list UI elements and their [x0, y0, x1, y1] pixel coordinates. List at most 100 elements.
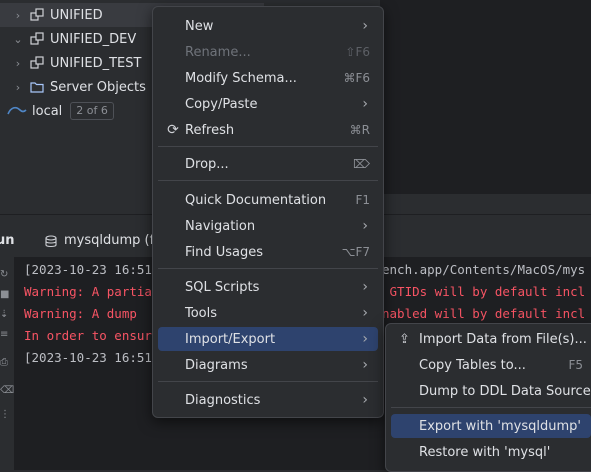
schema-icon [30, 56, 44, 69]
menu-shortcut: ⇧F6 [345, 45, 370, 59]
console-line-fragment: ench.app/Contents/MacOS/mys [382, 262, 586, 277]
scroll-icon[interactable]: ⇣ [0, 309, 8, 321]
menu-item-quick-documentation[interactable]: Quick Documentation F1 [158, 188, 378, 212]
menu-item-label: Drop... [185, 156, 229, 172]
menu-item-modify-schema[interactable]: Modify Schema... ⌘F6 [158, 66, 378, 90]
menu-item-refresh[interactable]: ⟳ Refresh ⌘R [158, 118, 378, 142]
menu-item-label: Rename... [185, 44, 251, 60]
import-export-submenu: ⇪ Import Data from File(s)... Copy Table… [385, 323, 591, 472]
print-icon[interactable]: ⎙ [0, 357, 8, 369]
chevron-right-icon: › [362, 218, 368, 234]
tree-item-unified-test[interactable]: › UNIFIED_TEST [10, 51, 142, 75]
folder-icon [30, 82, 44, 93]
menu-shortcut: F1 [355, 193, 370, 207]
menu-item-rename[interactable]: Rename... ⇧F6 [158, 40, 378, 64]
chevron-down-icon[interactable]: ⌄ [10, 33, 26, 46]
rerun-icon[interactable]: ↻ [0, 269, 8, 281]
chevron-right-icon: › [362, 357, 368, 373]
refresh-icon: ⟳ [167, 122, 179, 138]
menu-item-navigation[interactable]: Navigation › [158, 214, 378, 238]
menu-item-sql-scripts[interactable]: SQL Scripts › [158, 275, 378, 299]
menu-separator [158, 381, 378, 382]
console-line: Warning: A dump [24, 306, 137, 321]
settings-icon[interactable]: ⋮ [0, 409, 10, 421]
menu-item-diagrams[interactable]: Diagrams › [158, 353, 378, 377]
menu-item-diagnostics[interactable]: Diagnostics › [158, 388, 378, 412]
menu-item-tools[interactable]: Tools › [158, 301, 378, 325]
menu-item-label: Copy Tables to... [419, 357, 526, 373]
menu-item-label: Tools [185, 305, 218, 321]
chevron-right-icon: › [362, 279, 368, 295]
chevron-right-icon: › [362, 96, 368, 112]
tree-item-label: UNIFIED [50, 7, 103, 23]
menu-item-label: Import Data from File(s)... [419, 331, 587, 347]
tree-item-label: UNIFIED_TEST [50, 55, 142, 71]
context-menu: New › Rename... ⇧F6 Modify Schema... ⌘F6… [152, 6, 384, 418]
chevron-right-icon[interactable]: › [10, 81, 26, 94]
wrap-icon[interactable]: ≡ [0, 329, 8, 341]
import-icon: ⇪ [399, 331, 410, 347]
menu-item-label: Diagrams [185, 357, 248, 373]
menu-item-new[interactable]: New › [158, 14, 378, 38]
schema-icon [30, 8, 44, 21]
menu-item-label: Find Usages [185, 244, 264, 260]
menu-shortcut: F5 [568, 358, 583, 372]
menu-item-find-usages[interactable]: Find Usages ⌥F7 [158, 240, 378, 264]
menu-shortcut: ⌘F6 [343, 71, 370, 85]
menu-separator [158, 268, 378, 269]
menu-item-label: Copy/Paste [185, 96, 258, 112]
menu-item-label: Restore with 'mysql' [419, 444, 551, 460]
tab-run[interactable]: un [0, 233, 15, 248]
menu-item-label: Diagnostics [185, 392, 261, 408]
menu-separator [391, 407, 591, 408]
delete-key-icon: ⌦ [353, 157, 370, 171]
chevron-right-icon[interactable]: › [10, 57, 26, 70]
menu-separator [158, 146, 378, 147]
menu-item-label: Refresh [185, 122, 235, 138]
chevron-right-icon: › [362, 331, 368, 347]
console-line: [2023-10-23 16:51 [24, 350, 152, 365]
menu-item-label: Navigation [185, 218, 256, 234]
console-gutter: ↻ ■ ⇣ ≡ ⎙ ⌫ ⋮ [0, 257, 14, 470]
menu-item-import-data[interactable]: ⇪ Import Data from File(s)... [391, 327, 591, 351]
mysql-icon [7, 106, 27, 115]
menu-item-label: New [185, 18, 214, 34]
tree-item-unified[interactable]: › UNIFIED [10, 3, 103, 27]
menu-item-restore-mysql[interactable]: Restore with 'mysql' [391, 440, 591, 464]
editor-area [380, 0, 591, 194]
chevron-right-icon[interactable]: › [10, 9, 26, 22]
chevron-right-icon: › [362, 18, 368, 34]
tab-mysqldump[interactable]: mysqldump (fi [64, 233, 158, 248]
tree-item-label: local [32, 103, 63, 119]
database-icon [45, 235, 57, 248]
menu-item-label: Quick Documentation [185, 192, 327, 208]
pager-badge[interactable]: 2 of 6 [70, 102, 114, 120]
tree-item-server-objects[interactable]: › Server Objects [10, 75, 146, 99]
menu-separator [158, 180, 378, 181]
stop-icon[interactable]: ■ [0, 289, 9, 301]
menu-item-label: Dump to DDL Data Source [419, 383, 591, 399]
schema-icon [30, 32, 44, 45]
menu-shortcut: ⌘R [349, 123, 370, 137]
menu-item-copy-tables[interactable]: Copy Tables to... F5 [391, 353, 591, 377]
tree-item-unified-dev[interactable]: ⌄ UNIFIED_DEV [10, 27, 136, 51]
chevron-right-icon: › [362, 392, 368, 408]
console-line-fragment: GTIDs will by default incl [382, 284, 586, 299]
console-line-fragment: nabled will by default incl [382, 306, 586, 321]
tree-item-local[interactable]: local 2 of 6 [6, 99, 114, 123]
console-line: In order to ensur [24, 328, 152, 343]
menu-item-dump-ddl[interactable]: Dump to DDL Data Source [391, 379, 591, 403]
console-line: Warning: A partia [24, 284, 152, 299]
menu-item-import-export[interactable]: Import/Export › [158, 327, 378, 351]
menu-item-label: Modify Schema... [185, 70, 297, 86]
console-line: [2023-10-23 16:51 [24, 262, 152, 277]
menu-item-copy-paste[interactable]: Copy/Paste › [158, 92, 378, 116]
menu-item-label: SQL Scripts [185, 279, 260, 295]
menu-item-label: Export with 'mysqldump' [419, 418, 581, 434]
chevron-right-icon: › [362, 305, 368, 321]
menu-item-drop[interactable]: Drop... ⌦ [158, 152, 378, 176]
tree-item-label: UNIFIED_DEV [50, 31, 137, 47]
tree-item-label: Server Objects [50, 79, 146, 95]
trash-icon[interactable]: ⌫ [0, 385, 14, 397]
menu-item-export-mysqldump[interactable]: Export with 'mysqldump' [391, 414, 591, 438]
